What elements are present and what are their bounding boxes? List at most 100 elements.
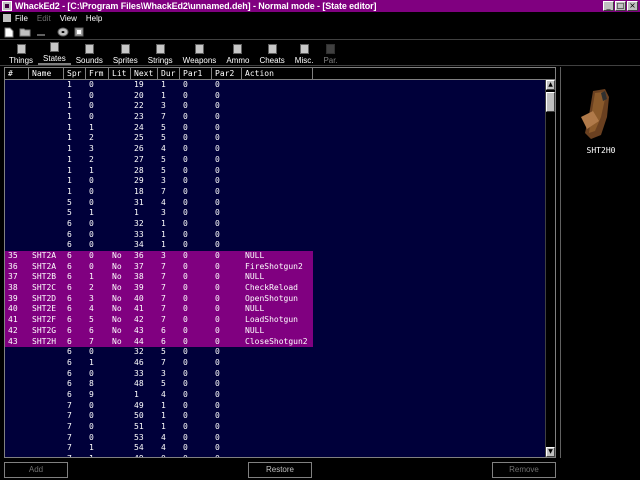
cell-number [5,198,29,209]
table-row[interactable]: 1 3 26 4 0 0 [5,144,545,155]
cell-par1: 0 [183,165,188,175]
cell-next: 23 [134,112,144,122]
maximize-button[interactable]: □ [615,1,626,11]
column-header-lit[interactable]: Lit [109,68,131,80]
table-row[interactable]: 6 0 34 1 0 0 [5,240,545,251]
cell-frame: 0 [89,176,94,186]
table-row[interactable]: 6 0 33 3 0 0 [5,369,545,380]
vertical-scrollbar[interactable]: ▲ ▼ [545,80,555,457]
new-file-icon[interactable] [2,26,16,38]
save-icon[interactable] [34,26,48,38]
column-header-sprite[interactable]: Spr [64,68,86,80]
table-row[interactable]: 7 0 53 4 0 0 [5,433,545,444]
column-header-action[interactable]: Action [242,68,313,80]
menu-view[interactable]: View [60,14,77,23]
cell-frame: 0 [89,240,94,250]
table-row[interactable]: 7149000 [5,454,545,457]
table-row[interactable]: 1 0 20 1 0 0 [5,91,545,102]
document-icon[interactable] [3,14,11,22]
cell-duration: 5 [161,165,166,175]
scroll-down-icon[interactable]: ▼ [546,447,555,457]
tab-strings[interactable]: Strings [143,41,178,65]
scroll-thumb[interactable] [546,92,555,112]
table-row[interactable]: 38 SHT2C 6 2 No 39 7 0 0 CheckReload [5,283,545,294]
tab-sprites[interactable]: Sprites [108,41,143,65]
table-row[interactable]: 6 9 1 4 0 0 [5,390,545,401]
column-header-next[interactable]: Next [131,68,158,80]
cell-next: 28 [134,165,144,175]
table-row[interactable]: 7 0 49 1 0 0 [5,401,545,412]
cell-next: 24 [134,122,144,132]
table-row[interactable]: 1 0 19 1 0 0 [5,80,545,91]
table-row[interactable]: 35 SHT2A 6 0 No 36 3 0 0 NULL [5,251,545,262]
menu-bar: File Edit View Help [0,12,640,24]
table-row[interactable]: 6 0 33 1 0 0 [5,230,545,241]
table-row[interactable]: 6 0 32 1 0 0 [5,219,545,230]
scroll-up-icon[interactable]: ▲ [546,80,555,90]
open-folder-icon[interactable] [18,26,32,38]
column-header-name[interactable]: Name [29,68,64,80]
tab-cheats[interactable]: Cheats [254,41,289,65]
table-row[interactable]: 5 1 1 3 0 0 [5,208,545,219]
add-button[interactable]: Add [4,462,68,478]
restore-button[interactable]: Restore [248,462,312,478]
table-row[interactable]: 6 1 46 7 0 0 [5,358,545,369]
tab-states[interactable]: States [38,41,71,65]
table-row[interactable]: 42 SHT2G 6 6 No 43 6 0 0 NULL [5,325,545,337]
tab-misc[interactable]: Misc. [290,41,319,65]
cell-sprite: 6 [64,251,86,262]
minimize-button[interactable]: _ [603,1,614,11]
cell-sprite: 5 [67,208,72,218]
column-header-duration[interactable]: Dur [158,68,180,80]
table-row[interactable]: 1 2 25 5 0 0 [5,133,545,144]
cell-number: 43 [5,336,29,348]
cell-duration: 4 [161,432,166,442]
cell-action [242,358,313,369]
cell-name [29,155,64,166]
table-row[interactable]: 41 SHT2F 6 5 No 42 7 0 0 LoadShotgun [5,315,545,326]
table-row[interactable]: 6 8 48 5 0 0 [5,379,545,390]
remove-button[interactable]: Remove [492,462,556,478]
cell-action: NULL [242,272,313,284]
cell-sprite: 6 [67,379,72,389]
app-icon[interactable] [2,1,12,11]
tab-ammo[interactable]: Ammo [221,41,254,65]
super-shotgun-sprite [581,89,609,139]
table-row[interactable]: 1 2 27 5 0 0 [5,155,545,166]
column-header-par1[interactable]: Par1 [180,68,212,80]
table-row[interactable]: 1 0 22 3 0 0 [5,101,545,112]
table-row[interactable]: 1 1 24 5 0 0 [5,123,545,134]
cell-par2: 0 [212,454,242,457]
menu-file[interactable]: File [15,14,28,23]
table-row[interactable]: 37 SHT2B 6 1 No 38 7 0 0 NULL [5,272,545,284]
close-button[interactable]: × [627,1,638,11]
cell-lit [109,219,131,230]
menu-help[interactable]: Help [86,14,102,23]
table-row[interactable]: 36 SHT2A 6 0 No 37 7 0 0 FireShotgun2 [5,261,545,273]
table-row[interactable]: 39 SHT2D 6 3 No 40 7 0 0 OpenShotgun [5,293,545,305]
column-header-frame[interactable]: Frm [86,68,109,80]
table-row[interactable]: 7 0 51 1 0 0 [5,422,545,433]
column-header-number[interactable]: # [5,68,29,80]
table-row[interactable]: 1 0 18 7 0 0 [5,187,545,198]
table-row[interactable]: 7 0 50 1 0 0 [5,411,545,422]
table-row[interactable]: 7 1 54 4 0 0 [5,443,545,454]
table-row[interactable]: 43 SHT2H 6 7 No 44 6 0 0 CloseShotgun2 [5,336,545,348]
tab-sounds[interactable]: Sounds [71,41,108,65]
cell-number [5,411,29,422]
table-row[interactable]: 6 0 32 5 0 0 [5,347,545,358]
menu-edit[interactable]: Edit [37,14,51,23]
table-row[interactable]: 1 1 28 5 0 0 [5,166,545,177]
table-row[interactable]: 40 SHT2E 6 4 No 41 7 0 0 NULL [5,304,545,316]
tab-weapons[interactable]: Weapons [178,41,222,65]
column-header-par2[interactable]: Par2 [212,68,242,80]
patch-icon[interactable] [72,26,86,38]
table-row[interactable]: 1 0 23 7 0 0 [5,112,545,123]
table-row[interactable]: 1 0 29 3 0 0 [5,176,545,187]
cell-action [242,230,313,241]
tab-par[interactable]: Par. [318,41,342,65]
table-row[interactable]: 5 0 31 4 0 0 [5,198,545,209]
bottom-button-bar: Add Restore Remove [0,460,640,480]
tab-things[interactable]: Things [4,41,38,65]
disc-icon[interactable] [56,26,70,38]
